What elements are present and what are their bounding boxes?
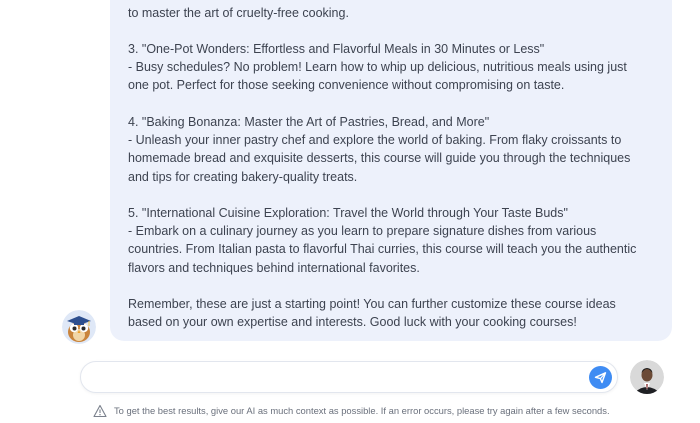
message-line: - Busy schedules? No problem! Learn how …: [128, 60, 627, 74]
message-line: one pot. Perfect for those seeking conve…: [128, 78, 565, 92]
message-line: - Embark on a culinary journey as you le…: [128, 224, 597, 238]
message-line: homemade bread and exquisite desserts, t…: [128, 151, 631, 165]
message-line: to master the art of cruelty-free cookin…: [128, 6, 349, 20]
message-input[interactable]: [95, 368, 589, 388]
message-line: flavors and techniques behind internatio…: [128, 261, 420, 275]
assistant-message-bubble: to master the art of cruelty-free cookin…: [110, 0, 672, 341]
user-avatar-icon[interactable]: [630, 360, 664, 394]
message-line: 4. "Baking Bonanza: Master the Art of Pa…: [128, 115, 490, 129]
message-composer: [80, 361, 618, 393]
message-line: 5. "International Cuisine Exploration: T…: [128, 206, 568, 220]
message-line: Remember, these are just a starting poin…: [128, 297, 616, 311]
message-line: 3. "One-Pot Wonders: Effortless and Flav…: [128, 42, 545, 56]
disclaimer-text: To get the best results, give our AI as …: [114, 405, 610, 416]
send-button[interactable]: [589, 366, 612, 389]
message-line: countries. From Italian pasta to flavorf…: [128, 242, 637, 256]
message-line: and tips for creating bakery-quality tre…: [128, 170, 358, 184]
message-line: based on your own expertise and interest…: [128, 315, 577, 329]
warning-icon: [93, 404, 107, 418]
owl-avatar-icon: [62, 310, 96, 344]
send-icon: [594, 372, 607, 384]
message-line: - Unleash your inner pastry chef and exp…: [128, 133, 622, 147]
